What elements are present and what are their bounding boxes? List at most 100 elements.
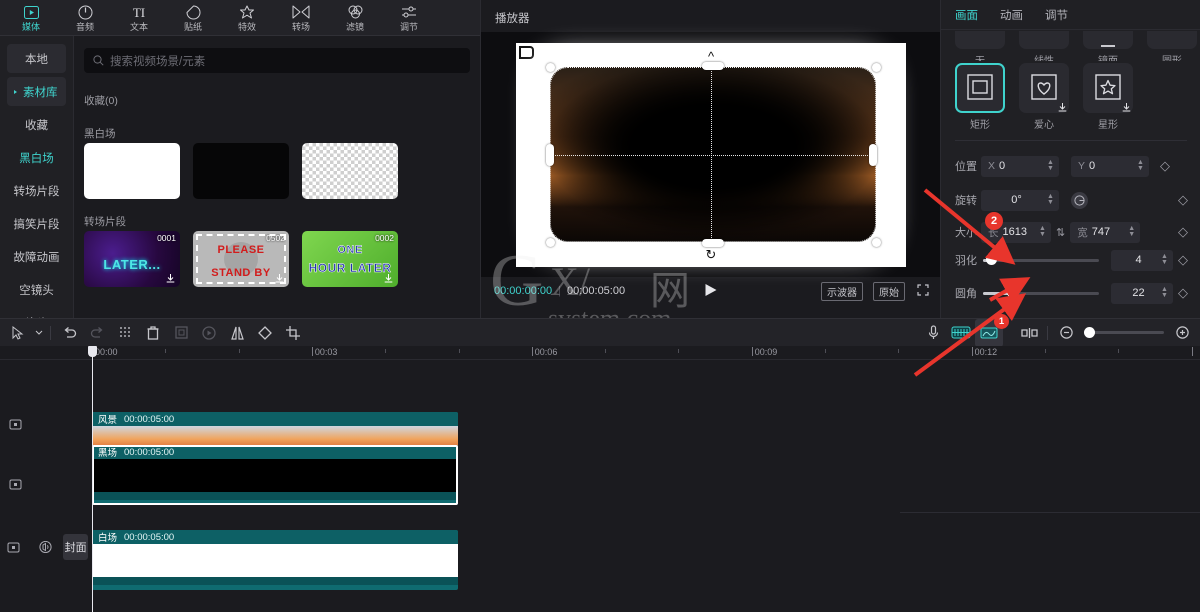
mask-star[interactable]: 星形 <box>1083 63 1133 131</box>
sidebar-item-transition-clips[interactable]: 转场片段 <box>7 176 66 205</box>
corner-slider[interactable] <box>983 292 1099 295</box>
mask-rectangle[interactable]: 矩形 <box>955 63 1005 131</box>
rotate-icon[interactable] <box>251 319 279 347</box>
tab-transition[interactable]: 转场 <box>274 0 328 36</box>
rotation-keyframe-icon[interactable]: ◇ <box>1178 192 1188 208</box>
select-tool-icon[interactable] <box>4 319 32 347</box>
track-2-visibility-icon[interactable] <box>5 474 25 494</box>
download-icon[interactable] <box>275 274 284 283</box>
redo-icon[interactable] <box>83 319 111 347</box>
zoom-slider[interactable] <box>1084 331 1164 334</box>
feather-slider[interactable] <box>983 259 1099 262</box>
tab-audio[interactable]: 音频 <box>58 0 112 36</box>
handle-bottom-left[interactable] <box>546 238 555 247</box>
thumb-black-scene[interactable] <box>193 143 289 199</box>
tab-filter[interactable]: 滤镜 <box>328 0 382 36</box>
stepper-icon[interactable]: ▲▼ <box>1135 160 1146 172</box>
zoom-in-icon[interactable] <box>1168 319 1196 347</box>
play-button[interactable] <box>705 283 718 300</box>
cover-button[interactable]: 封面 <box>63 534 88 560</box>
tab-text[interactable]: TI 文本 <box>112 0 166 36</box>
thumb-one-hour-later[interactable]: 0002 ONE HOUR LATER <box>302 231 398 287</box>
playhead-handle[interactable] <box>88 346 97 357</box>
player-canvas[interactable]: ^ ↻ <box>516 43 906 267</box>
corner-slider-knob[interactable] <box>1007 287 1018 298</box>
search-input[interactable]: 搜索视频场景/元素 <box>84 48 470 73</box>
mask-mirror[interactable]: 镜面 <box>1083 31 1133 61</box>
mask-circle[interactable]: 圆形 <box>1147 31 1197 61</box>
sidebar-item-blackwhite[interactable]: 黑白场 <box>7 143 66 172</box>
freeze-frame-icon[interactable] <box>195 319 223 347</box>
stepper-icon[interactable]: ▲▼ <box>1045 160 1056 172</box>
tab-adjust[interactable]: 调节 <box>382 0 436 36</box>
rotation-field[interactable]: 0° ▲▼ <box>981 190 1059 211</box>
thumb-later[interactable]: 0001 LATER... <box>84 231 180 287</box>
stepper-icon[interactable]: ▲▼ <box>1159 254 1170 266</box>
split-view-icon[interactable] <box>1015 319 1043 347</box>
tab-sticker[interactable]: 贴纸 <box>166 0 220 36</box>
sidebar-item-library[interactable]: 素材库 <box>7 77 66 106</box>
stepper-icon[interactable]: ▲▼ <box>1045 194 1056 206</box>
chevron-down-icon[interactable] <box>32 319 46 347</box>
scope-button[interactable]: 示波器 <box>821 282 863 301</box>
mixer-icon[interactable] <box>947 319 975 347</box>
sidebar-item-local[interactable]: 本地 <box>7 44 66 73</box>
aspect-lock-icon[interactable]: ⇅ <box>1056 226 1065 239</box>
mask-tool-icon[interactable]: 1 <box>975 319 1003 347</box>
stepper-icon[interactable]: ▲▼ <box>1159 287 1170 299</box>
thumb-please-stand-by[interactable]: 0502 PLEASE STAND BY <box>193 231 289 287</box>
download-icon[interactable] <box>166 274 175 283</box>
playhead-line[interactable] <box>92 346 93 612</box>
clip-black-scene[interactable]: 黑场 00:00:05:00 <box>92 445 458 505</box>
sidebar-item-empty-shot[interactable]: 空镜头 <box>7 275 66 304</box>
position-x-field[interactable]: X 0 ▲▼ <box>981 156 1059 177</box>
mask-heart[interactable]: 爱心 <box>1019 63 1069 131</box>
fullscreen-icon[interactable] <box>917 284 929 299</box>
handle-bottom-right[interactable] <box>872 238 881 247</box>
position-y-field[interactable]: Y 0 ▲▼ <box>1071 156 1149 177</box>
download-icon[interactable] <box>1058 103 1067 112</box>
sidebar-item-funny-clips[interactable]: 搞笑片段 <box>7 209 66 238</box>
feather-chevron-icon[interactable]: ^ <box>708 49 714 64</box>
crop-frame-icon[interactable] <box>279 319 307 347</box>
delete-icon[interactable] <box>139 319 167 347</box>
corner-keyframe-icon[interactable]: ◇ <box>1178 285 1188 301</box>
tab-animation[interactable]: 动画 <box>1000 7 1023 23</box>
size-height-field[interactable]: 宽 747 ▲▼ <box>1070 222 1140 243</box>
timeline-ruler[interactable]: 00:0000:0300:0600:0900:12 <box>0 346 1200 360</box>
feather-slider-knob[interactable] <box>986 254 997 265</box>
tab-adjustment[interactable]: 调节 <box>1045 7 1068 23</box>
rotation-dial-icon[interactable] <box>1071 192 1088 209</box>
thumb-transparent-scene[interactable] <box>302 143 398 199</box>
track-3-visibility-icon[interactable] <box>5 537 23 557</box>
rotate-handle-icon[interactable]: ↻ <box>706 247 717 263</box>
zoom-out-icon[interactable] <box>1052 319 1080 347</box>
sidebar-item-favorites[interactable]: 收藏 <box>7 110 66 139</box>
original-button[interactable]: 原始 <box>873 282 905 301</box>
zoom-slider-knob[interactable] <box>1084 327 1095 338</box>
position-keyframe-icon[interactable]: ◇ <box>1160 158 1170 174</box>
tab-effects[interactable]: 特效 <box>220 0 274 36</box>
undo-icon[interactable] <box>55 319 83 347</box>
mask-none[interactable]: 无 <box>955 31 1005 61</box>
corner-field[interactable]: 22 ▲▼ <box>1111 283 1173 304</box>
sidebar-item-glitch-animation[interactable]: 故障动画 <box>7 242 66 271</box>
thumb-white-scene[interactable] <box>84 143 180 199</box>
handle-right-center[interactable] <box>869 144 877 166</box>
track-3-audio-icon[interactable] <box>37 537 55 557</box>
tab-picture[interactable]: 画面 <box>955 7 978 23</box>
crop-icon[interactable] <box>167 319 195 347</box>
handle-bottom-center[interactable] <box>702 239 724 247</box>
handle-top-right[interactable] <box>872 63 881 72</box>
clip-white-scene[interactable]: 白场 00:00:05:00 <box>92 530 458 590</box>
mirror-icon[interactable] <box>223 319 251 347</box>
microphone-icon[interactable] <box>919 319 947 347</box>
stepper-icon[interactable]: ▲▼ <box>1126 226 1137 238</box>
track-1-visibility-icon[interactable] <box>5 414 25 434</box>
split-icon[interactable] <box>111 319 139 347</box>
handle-left-center[interactable] <box>546 144 554 166</box>
feather-keyframe-icon[interactable]: ◇ <box>1178 252 1188 268</box>
download-icon[interactable] <box>384 274 393 283</box>
size-keyframe-icon[interactable]: ◇ <box>1178 224 1188 240</box>
download-icon[interactable] <box>1122 103 1131 112</box>
